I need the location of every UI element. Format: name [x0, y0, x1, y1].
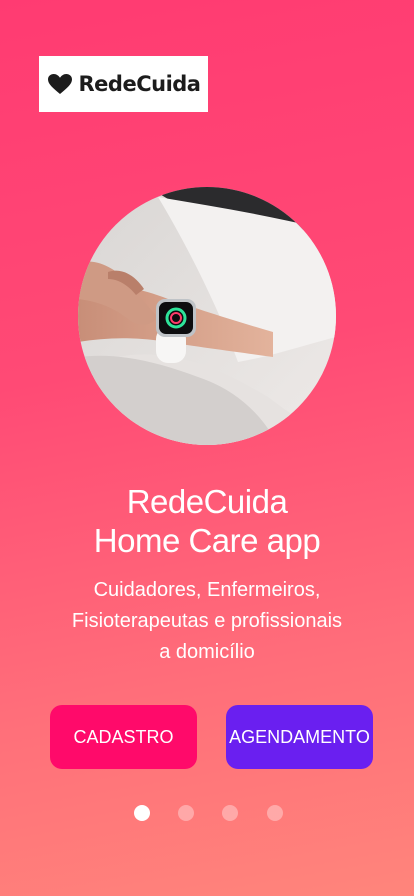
hero-title: RedeCuida Home Care app: [0, 482, 414, 560]
onboarding-screen: RedeCuida RedeCuida Home Care app Cuidad…: [0, 0, 414, 896]
hero-title-line-2: Home Care app: [93, 522, 321, 559]
cadastro-button[interactable]: CADASTRO: [50, 705, 197, 769]
page-indicator: [0, 805, 414, 823]
hero-subtitle-line-3: a domicílio: [159, 641, 255, 663]
hero-photo: [78, 187, 336, 445]
page-dot-1[interactable]: [134, 805, 150, 821]
hero-subtitle: Cuidadores, Enfermeiros, Fisioterapeutas…: [40, 575, 374, 668]
agendamento-button[interactable]: AGENDAMENTO: [226, 705, 373, 769]
brand-name: RedeCuida: [78, 72, 201, 96]
hero-subtitle-line-1: Cuidadores, Enfermeiros,: [93, 579, 321, 601]
smartwatch-photo-illustration: [78, 187, 336, 445]
hero-subtitle-line-2: Fisioterapeutas e profissionais: [71, 610, 343, 632]
heart-icon: [47, 74, 72, 94]
brand-logo: RedeCuida: [39, 56, 208, 112]
hero-title-line-1: RedeCuida: [126, 483, 288, 520]
page-dot-3[interactable]: [222, 805, 238, 821]
page-dot-4[interactable]: [267, 805, 283, 821]
page-dot-2[interactable]: [178, 805, 194, 821]
